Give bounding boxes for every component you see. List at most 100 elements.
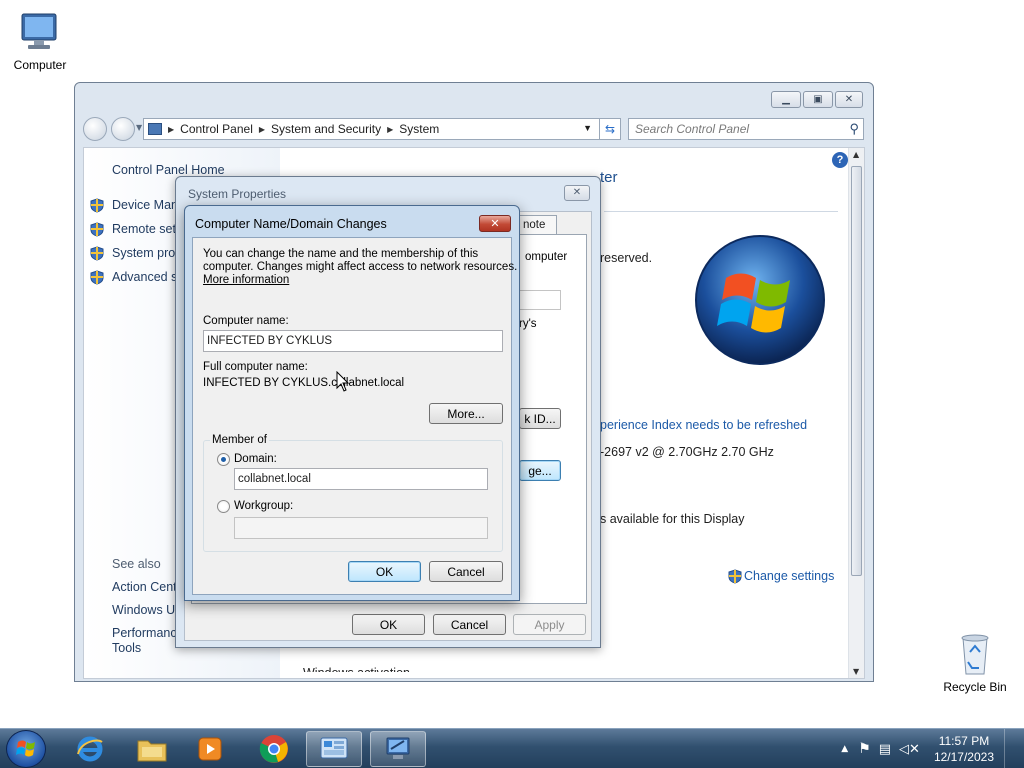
action-center-link[interactable]: Action Cent: [112, 580, 177, 594]
internet-explorer-icon: [77, 736, 103, 762]
desktop-icon-recycle-bin[interactable]: Recycle Bin: [935, 630, 1015, 694]
shield-icon: [90, 246, 104, 261]
pen-touch-value: s available for this Display: [600, 512, 745, 526]
media-player-icon: [198, 737, 222, 761]
cancel-button[interactable]: Cancel: [429, 561, 503, 582]
breadcrumb-system[interactable]: System: [399, 122, 439, 136]
processor-value: -2697 v2 @ 2.70GHz 2.70 GHz: [600, 445, 774, 459]
workgroup-label: Workgroup:: [234, 500, 294, 512]
minimize-icon: ▁: [782, 94, 790, 105]
ok-button[interactable]: OK: [348, 561, 421, 582]
system-properties-icon: [386, 737, 410, 759]
address-bar[interactable]: ▶ Control Panel ▶ System and Security ▶ …: [143, 118, 619, 140]
computer-name-value: INFECTED BY CYKLUS: [207, 335, 333, 347]
taskbar-media-player[interactable]: [182, 731, 238, 767]
breadcrumb-control-panel[interactable]: Control Panel: [180, 122, 253, 136]
desktop-icon-computer[interactable]: Computer: [0, 8, 80, 72]
recent-pages-dropdown[interactable]: ▼: [136, 123, 142, 132]
network-icon[interactable]: ▤: [879, 742, 891, 757]
tab-label: note: [523, 219, 546, 231]
computer-description-field[interactable]: [519, 290, 561, 310]
performance-tools-link[interactable]: Tools: [112, 641, 141, 655]
control-panel-icon: [148, 123, 162, 135]
scroll-down-icon[interactable]: ▼: [853, 667, 859, 676]
system-tray: ▲ ⚑ ▤ ◁✕ 11:57 PM 12/17/2023: [841, 729, 1016, 768]
close-button[interactable]: ✕: [564, 185, 590, 201]
network-id-button[interactable]: k ID...: [519, 408, 561, 429]
control-panel-home-link[interactable]: Control Panel Home: [112, 163, 225, 177]
taskbar-file-explorer[interactable]: [124, 731, 180, 767]
show-desktop-button[interactable]: [1004, 729, 1016, 768]
system-protection-link[interactable]: System prot: [112, 246, 179, 260]
forward-button[interactable]: [111, 117, 135, 141]
tab-remote[interactable]: note: [519, 215, 557, 234]
search-input[interactable]: Search Control Panel ⚲: [628, 118, 864, 140]
computer-icon: [21, 13, 57, 49]
cancel-button[interactable]: Cancel: [433, 614, 506, 635]
clock-date: 12/17/2023: [933, 750, 994, 764]
computer-name-input[interactable]: INFECTED BY CYKLUS: [203, 330, 503, 352]
close-icon: ✕: [490, 217, 500, 230]
experience-index-link[interactable]: perience Index needs to be refreshed: [600, 418, 807, 432]
chevron-right-icon: ▶: [168, 124, 175, 134]
workgroup-input[interactable]: [234, 517, 488, 539]
dialog-title: Computer Name/Domain Changes: [195, 217, 387, 231]
vertical-scrollbar[interactable]: ▲ ▼: [848, 148, 864, 678]
scroll-thumb[interactable]: [851, 166, 862, 576]
see-also-heading: See also: [112, 557, 161, 571]
page-heading: ter: [600, 169, 618, 186]
device-manager-link[interactable]: Device Mana: [112, 198, 185, 212]
desktop-icon-label: Recycle Bin: [943, 680, 1007, 694]
taskbar-system-properties[interactable]: [370, 731, 426, 767]
search-icon[interactable]: ⚲: [849, 121, 859, 137]
navigation-bar: ▼ ▶ Control Panel ▶ System and Security …: [83, 117, 865, 141]
control-panel-icon: [320, 737, 348, 759]
remote-settings-link[interactable]: Remote sett: [112, 222, 179, 236]
taskbar-chrome[interactable]: [246, 731, 302, 767]
full-name-label: Full computer name:: [203, 361, 308, 373]
member-of-label: Member of: [210, 434, 269, 446]
refresh-button[interactable]: ⇆: [599, 118, 621, 140]
domain-input[interactable]: collabnet.local: [234, 468, 488, 490]
start-button[interactable]: [6, 730, 46, 768]
change-settings-link[interactable]: Change settings: [744, 569, 834, 583]
show-hidden-icons-icon[interactable]: ▲: [841, 744, 848, 754]
scroll-up-icon[interactable]: ▲: [853, 150, 859, 159]
button-label: ge...: [528, 463, 552, 478]
shield-icon: [90, 270, 104, 285]
more-information-link[interactable]: More information: [203, 274, 289, 286]
windows-start-icon: [16, 740, 35, 757]
more-button[interactable]: More...: [429, 403, 503, 424]
apply-button[interactable]: Apply: [513, 614, 586, 635]
advanced-system-settings-link[interactable]: Advanced sy: [112, 270, 184, 284]
close-button[interactable]: ✕: [479, 215, 511, 232]
volume-muted-icon[interactable]: ◁✕: [899, 742, 920, 757]
windows-activation-heading: Windows activation: [303, 666, 410, 672]
performance-link[interactable]: Performanc: [112, 626, 177, 640]
help-icon[interactable]: ?: [832, 152, 848, 168]
search-placeholder: Search Control Panel: [635, 122, 750, 136]
button-label: OK: [379, 617, 398, 632]
taskbar-internet-explorer[interactable]: [62, 731, 118, 767]
minimize-button[interactable]: ▁: [771, 91, 801, 108]
close-button[interactable]: ✕: [835, 91, 863, 108]
workgroup-radio[interactable]: [217, 500, 230, 513]
desktop-icon-label: Computer: [13, 58, 67, 72]
button-label: Cancel: [447, 564, 485, 579]
taskbar-control-panel[interactable]: [306, 731, 362, 767]
window-title: System Properties: [188, 187, 287, 201]
breadcrumb-system-security[interactable]: System and Security: [271, 122, 381, 136]
back-button[interactable]: [83, 117, 107, 141]
windows-update-link[interactable]: Windows Up: [112, 603, 182, 617]
address-dropdown-icon[interactable]: ▼: [583, 123, 592, 133]
button-label: OK: [375, 564, 394, 579]
change-button[interactable]: ge...: [519, 460, 561, 481]
action-center-flag-icon[interactable]: ⚑: [858, 741, 871, 757]
clock[interactable]: 11:57 PM 12/17/2023: [934, 733, 994, 765]
ok-button[interactable]: OK: [352, 614, 425, 635]
workgroup-fragment: ry's: [519, 318, 537, 330]
domain-radio[interactable]: [217, 453, 230, 466]
copyright-text: reserved.: [600, 251, 653, 265]
maximize-button[interactable]: ▣: [803, 91, 833, 108]
chevron-right-icon: ▶: [258, 124, 266, 134]
